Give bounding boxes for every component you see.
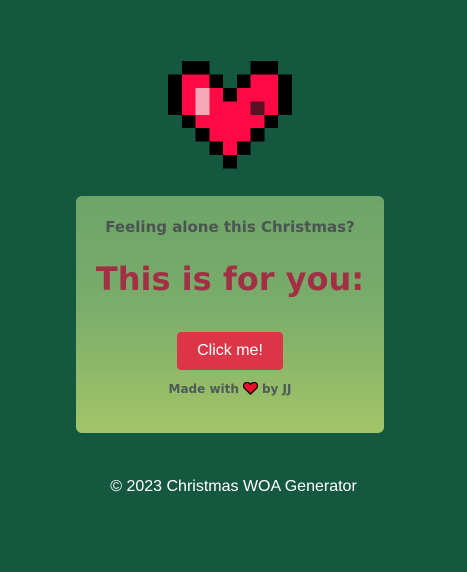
message-card: Feeling alone this Christmas? This is fo…	[76, 196, 384, 433]
page: Feeling alone this Christmas? This is fo…	[0, 0, 467, 572]
heart-icon	[242, 381, 259, 398]
card-subtitle: Feeling alone this Christmas?	[105, 218, 355, 236]
made-with-prefix: Made with	[168, 382, 239, 396]
footer-copyright: © 2023 Christmas WOA Generator	[110, 478, 357, 495]
click-me-button[interactable]: Click me!	[177, 332, 283, 370]
card-headline: This is for you:	[95, 260, 365, 298]
made-with-suffix: by JJ	[261, 382, 292, 396]
made-with-credit: Made with by JJ	[76, 381, 384, 398]
pixel-heart-icon	[168, 61, 292, 169]
